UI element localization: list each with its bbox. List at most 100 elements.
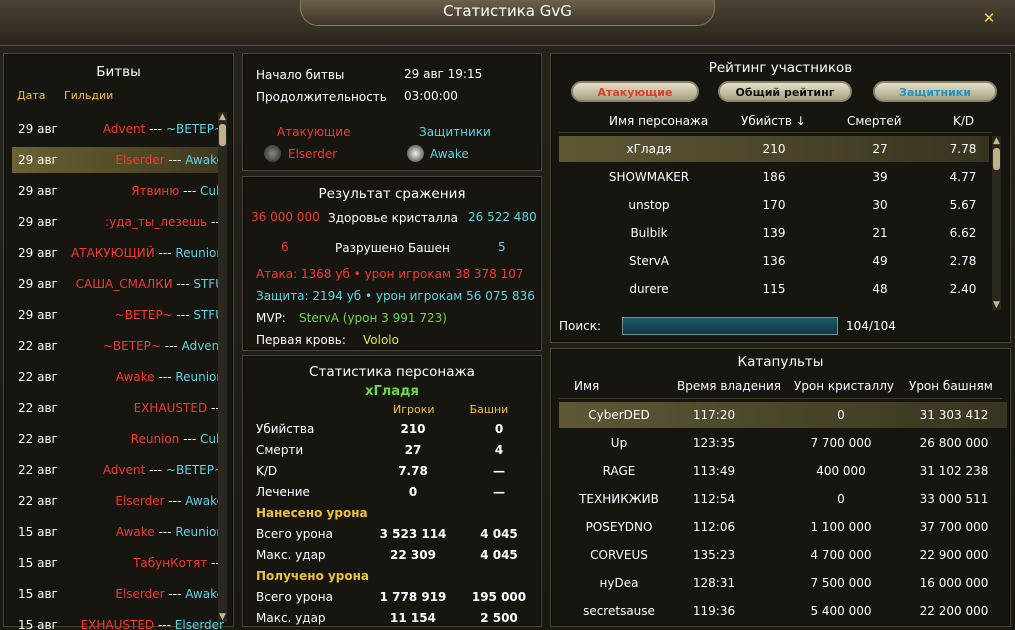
stat-label: Лечение	[256, 485, 310, 499]
battle-row[interactable]: 15 авг Awake --- Reunion	[12, 519, 226, 545]
battle-row[interactable]: 29 авг Ятвиню --- Cult	[12, 178, 226, 204]
battles-col-guilds: Гильдии	[64, 89, 114, 102]
catapult-name: POSEYDNO	[585, 520, 653, 534]
catapult-crystal: 1 100 000	[810, 520, 872, 534]
battle-row[interactable]: 22 авг Advent --- ~ВЕТЕР~	[12, 457, 226, 483]
scroll-thumb[interactable]	[219, 124, 226, 146]
first-blood-label: Первая кровь:	[256, 333, 346, 347]
tab-attackers[interactable]: Атакующие	[571, 81, 699, 102]
battle-attacker: EXHAUSTED	[133, 401, 208, 415]
stat-towers: 4 045	[480, 548, 518, 562]
stat-towers: —	[493, 485, 505, 499]
rating-kills: 139	[762, 226, 786, 240]
rating-kd: 4.77	[949, 170, 977, 184]
col-deaths[interactable]: Смертей	[847, 114, 902, 128]
result-title: Результат сражения	[318, 186, 466, 202]
search-label: Поиск:	[559, 319, 602, 333]
rating-row[interactable]: durere 115 48 2.40	[559, 276, 989, 302]
crystal-attacker-value: 36 000 000	[251, 210, 320, 224]
battles-title: Битвы	[96, 64, 141, 80]
catapult-row[interactable]: secretsause 119:36 5 400 000 22 200 000	[559, 598, 1007, 624]
battle-date: 29 авг	[18, 277, 58, 291]
catapult-crystal: 4 700 000	[810, 548, 872, 562]
rating-row[interactable]: хГладя 210 27 7.78	[559, 136, 989, 162]
col-cat-time: Время владения	[677, 379, 781, 393]
rating-header-divider	[559, 132, 992, 133]
battle-row[interactable]: 15 авг EXHAUSTED --- Elserder	[12, 612, 226, 630]
battle-row[interactable]: 29 авг Advent --- ~ВЕТЕР~	[12, 116, 226, 142]
col-kd[interactable]: K/D	[953, 114, 974, 128]
catapult-crystal: 5 400 000	[810, 604, 872, 618]
battle-row[interactable]: 22 авг Elserder --- Awake	[12, 488, 226, 514]
catapult-row[interactable]: POSEYDNO 112:06 1 100 000 37 700 000	[559, 514, 1007, 540]
catapult-towers: 33 000 511	[919, 492, 989, 506]
battle-row[interactable]: 15 авг ТабунКотят ---	[12, 550, 226, 576]
battle-row[interactable]: 15 авг Elserder --- Awake	[12, 581, 226, 607]
catapult-crystal: 400 000	[816, 464, 866, 478]
scroll-up-icon[interactable]: ▲	[218, 112, 227, 122]
catapult-row[interactable]: нуDea 128:31 7 500 000 16 000 000	[559, 570, 1007, 596]
rating-row[interactable]: unstop 170 30 5.67	[559, 192, 989, 218]
rating-panel: Рейтинг участников Атакующие Общий рейти…	[550, 53, 1011, 343]
battle-attacker: Elserder	[115, 153, 165, 167]
battle-separator: ---	[145, 463, 166, 477]
battle-date: 29 авг	[18, 153, 58, 167]
search-input[interactable]	[622, 317, 838, 335]
rating-row[interactable]: SHOWMAKER 186 39 4.77	[559, 164, 989, 190]
char-stats-panel: Статистика персонажа хГладя Игроки Башни…	[242, 355, 542, 627]
battle-guilds: Elserder --- Awake	[115, 587, 224, 601]
battle-separator: ---	[154, 618, 175, 630]
close-icon[interactable]: ✕	[978, 8, 1000, 28]
crystal-defender-value: 26 522 480	[468, 210, 537, 224]
col-players: Игроки	[393, 403, 435, 416]
battles-scrollbar[interactable]: ▲ ▼	[218, 112, 227, 622]
rating-scrollbar[interactable]: ▲ ▼	[992, 136, 1001, 310]
catapult-row[interactable]: ТЕХНИКЖИВ 112:54 0 33 000 511	[559, 486, 1007, 512]
battle-guilds: Awake --- Reunion	[116, 370, 224, 384]
search-count: 104/104	[846, 319, 896, 333]
battle-row[interactable]: 29 авг:уда_ты_лезешь ---	[12, 209, 226, 235]
rating-row[interactable]: StervA 136 49 2.78	[559, 248, 989, 274]
rating-kd: 6.62	[949, 226, 977, 240]
battle-guilds: Elserder --- Awake	[115, 153, 224, 167]
catapult-header-divider	[559, 398, 1002, 399]
catapult-row[interactable]: RAGE 113:49 400 000 31 102 238	[559, 458, 1007, 484]
col-cat-name: Имя	[574, 379, 600, 393]
scroll-down-icon[interactable]: ▼	[992, 300, 1001, 310]
rating-name: unstop	[628, 198, 670, 212]
battle-date: 22 авг	[18, 370, 58, 384]
battle-attacker: Advent	[102, 463, 146, 477]
battle-row[interactable]: 22 авг Reunion --- Cult	[12, 426, 226, 452]
catapult-row[interactable]: Up 123:35 7 700 000 26 800 000	[559, 430, 1007, 456]
tab-overall[interactable]: Общий рейтинг	[718, 81, 852, 102]
scroll-up-icon[interactable]: ▲	[992, 136, 1001, 146]
duration-value: 03:00:00	[404, 89, 458, 103]
rating-row[interactable]: Bulbik 139 21 6.62	[559, 220, 989, 246]
scroll-thumb[interactable]	[993, 148, 1000, 170]
catapult-row[interactable]: CORVEUS 135:23 4 700 000 22 900 000	[559, 542, 1007, 568]
window-titlebar: Статистика GvG ✕	[0, 0, 1015, 46]
mvp-label: MVP:	[256, 311, 286, 325]
col-char-name[interactable]: Имя персонажа	[609, 114, 708, 128]
catapult-name: ТЕХНИКЖИВ	[579, 492, 659, 506]
battle-date: 22 авг	[18, 401, 58, 415]
battle-row[interactable]: 29 авг Elserder --- Awake	[12, 147, 226, 173]
stat-players: 210	[400, 422, 426, 436]
battle-row[interactable]: 22 авг EXHAUSTED ---	[12, 395, 226, 421]
taken-header: Получено урона	[256, 569, 370, 583]
stat-players: 0	[408, 485, 418, 499]
battle-row[interactable]: 29 авг САША_СМАЛКИ --- STFU	[12, 271, 226, 297]
catapult-row[interactable]: CyberDED 117:20 0 31 303 412	[559, 402, 1007, 428]
stat-players: 3 523 114	[379, 527, 447, 541]
battle-row[interactable]: 29 авг ~ВЕТЕР~ --- STFU	[12, 302, 226, 328]
battle-row[interactable]: 29 авг АТАКУЮЩИЙ --- Reunion	[12, 240, 226, 266]
battle-separator: ---	[160, 339, 182, 353]
battle-row[interactable]: 22 авг ~ВЕТЕР~ --- Advent	[12, 333, 226, 359]
catapult-time: 112:06	[692, 520, 736, 534]
tab-defenders[interactable]: Защитники	[873, 81, 997, 102]
catapult-towers: 22 200 000	[919, 604, 989, 618]
stat-label: Убийства	[256, 422, 315, 436]
col-kills[interactable]: Убийств ↓	[741, 114, 806, 128]
battle-row[interactable]: 22 авг Awake --- Reunion	[12, 364, 226, 390]
scroll-down-icon[interactable]: ▼	[218, 612, 227, 622]
